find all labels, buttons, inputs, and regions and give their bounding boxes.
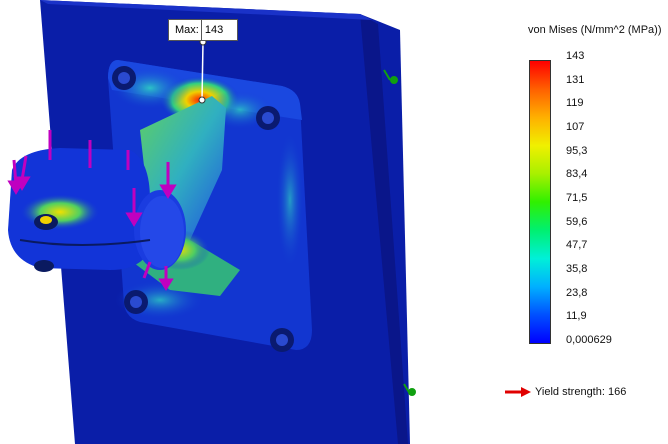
stress-color-bar[interactable] bbox=[529, 60, 551, 344]
bolt-bottom-left bbox=[124, 290, 148, 314]
legend-tick-label: 131 bbox=[566, 73, 585, 86]
yield-strength-indicator: Yield strength: 166 bbox=[505, 386, 626, 398]
bolt-bottom-right bbox=[270, 328, 294, 352]
yield-arrow-icon bbox=[505, 387, 531, 397]
legend-tick-label: 47,7 bbox=[566, 239, 588, 252]
legend-tick-label: 23,8 bbox=[566, 286, 588, 299]
max-label: Max: bbox=[169, 20, 202, 40]
legend-tick-label: 95,3 bbox=[566, 144, 588, 157]
max-value-callout[interactable]: Max: 143 bbox=[168, 19, 238, 41]
legend-tick-label: 0,000629 bbox=[566, 334, 612, 346]
legend-title: von Mises (N/mm^2 (MPa)) bbox=[528, 24, 662, 36]
bolt-top-right bbox=[256, 106, 280, 130]
yield-strength-label: Yield strength: 166 bbox=[535, 386, 627, 398]
bolt-top-left bbox=[112, 66, 136, 90]
legend-tick-label: 119 bbox=[566, 97, 584, 110]
legend-tick-label: 59,6 bbox=[566, 215, 588, 228]
legend-tick-label: 35,8 bbox=[566, 263, 588, 275]
legend-tick-label: 107 bbox=[566, 121, 585, 133]
max-value: 143 bbox=[204, 24, 224, 36]
legend-tick-label: 143 bbox=[566, 50, 585, 62]
legend-tick-label: 11,9 bbox=[566, 310, 587, 323]
legend-tick-label: 83,4 bbox=[566, 168, 588, 181]
legend-tick-label: 71,5 bbox=[566, 192, 588, 204]
